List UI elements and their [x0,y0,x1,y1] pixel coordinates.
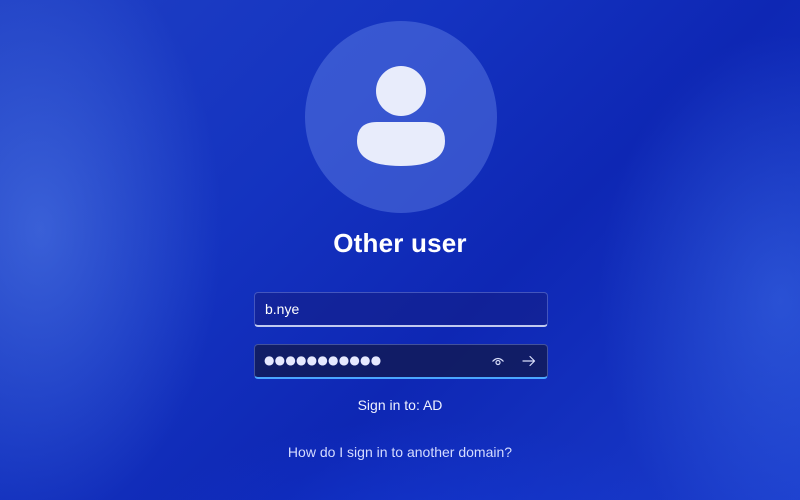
signin-domain-label: Sign in to: AD [357,397,443,413]
user-avatar [305,21,497,213]
username-input[interactable] [255,293,547,325]
domain-help-link[interactable]: How do I sign in to another domain? [288,444,512,460]
submit-button[interactable] [518,351,540,371]
user-title: Other user [333,228,467,258]
password-field-container: ●●●●●●●●●●● [254,344,548,379]
username-field-container [254,292,548,327]
reveal-password-button[interactable] [487,351,509,371]
password-mask: ●●●●●●●●●●● [264,353,382,367]
user-silhouette-icon [357,66,445,166]
domain-help-container: How do I sign in to another domain? [0,444,800,460]
eye-icon [492,357,504,366]
arrow-right-icon [522,355,536,367]
login-screen: Other user ●●●●●●●●●●● Sign in to: AD Ho… [0,0,800,500]
